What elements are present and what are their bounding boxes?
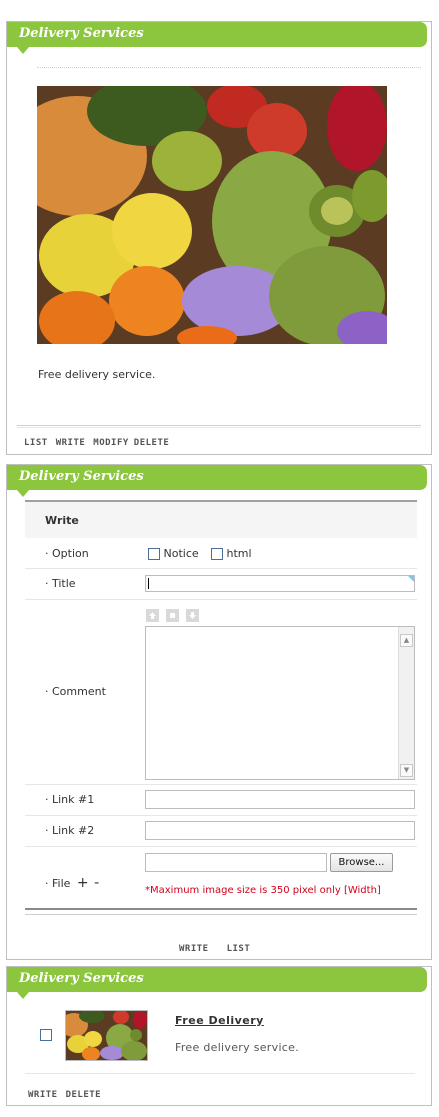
size-note: *Maximum image size is 350 pixel only [W… — [145, 885, 381, 896]
write-link[interactable]: WRITE — [28, 1090, 58, 1100]
form-heading: Write — [25, 500, 417, 538]
html-checkbox[interactable] — [211, 548, 223, 560]
title-input[interactable] — [145, 575, 415, 592]
list-link[interactable]: LIST — [24, 438, 48, 448]
editor-toolbar — [146, 607, 206, 626]
notice-checkbox[interactable] — [148, 548, 160, 560]
comment-row: · Comment ▲ ▼ — [25, 600, 417, 785]
remove-file-icon[interactable]: - — [94, 875, 99, 891]
comment-textarea[interactable]: ▲ ▼ — [145, 626, 415, 780]
link2-row: · Link #2 — [25, 816, 417, 847]
arrow-up-icon[interactable] — [146, 609, 159, 622]
board-title: Delivery Services — [19, 971, 144, 986]
post-thumbnail[interactable] — [65, 1010, 148, 1061]
write-button[interactable]: WRITE — [179, 944, 209, 954]
board-header: Delivery Services — [7, 465, 427, 497]
post-content: Free delivery service. — [38, 368, 156, 381]
title-label: · Title — [45, 577, 76, 590]
header-pointer — [17, 992, 29, 999]
delete-link[interactable]: DELETE — [134, 438, 170, 448]
add-file-icon[interactable]: + — [77, 875, 89, 891]
form-footer-rule — [25, 908, 417, 915]
view-actions: LIST WRITE MODIFY DELETE — [24, 438, 177, 448]
divider — [17, 425, 421, 428]
divider — [37, 67, 421, 68]
view-panel: Delivery Services Free delivery service.… — [6, 21, 432, 455]
scrollbar[interactable]: ▲ ▼ — [398, 627, 414, 779]
file-path-input[interactable] — [145, 853, 327, 872]
write-actions: WRITE LIST — [179, 944, 258, 954]
modify-link[interactable]: MODIFY — [93, 438, 129, 448]
file-label-text: · File — [45, 877, 71, 890]
file-row: · File + - Browse... *Maximum image size… — [25, 847, 417, 905]
write-form: Write · Option Notice html · Title · Com… — [25, 500, 417, 915]
board-header: Delivery Services — [7, 22, 427, 54]
link2-input[interactable] — [145, 821, 415, 840]
header-pointer — [17, 47, 29, 54]
file-label: · File + - — [45, 875, 99, 891]
comment-label: · Comment — [45, 685, 106, 698]
delete-link[interactable]: DELETE — [66, 1090, 102, 1100]
html-label: html — [226, 547, 252, 560]
option-row: · Option Notice html — [25, 538, 417, 569]
arrow-down-icon[interactable] — [186, 609, 199, 622]
link1-label: · Link #1 — [45, 793, 95, 806]
notice-label: Notice — [163, 547, 199, 560]
title-row: · Title — [25, 569, 417, 600]
board-header: Delivery Services — [7, 967, 427, 999]
scroll-down-icon[interactable]: ▼ — [400, 764, 413, 777]
stop-icon[interactable] — [166, 609, 179, 622]
option-html: html — [211, 547, 252, 560]
list-actions: WRITE DELETE — [28, 1090, 109, 1100]
option-notice: Notice — [148, 547, 199, 560]
write-link[interactable]: WRITE — [56, 438, 86, 448]
link1-row: · Link #1 — [25, 785, 417, 816]
fruit-photo — [37, 86, 387, 344]
browse-button[interactable]: Browse... — [330, 853, 393, 872]
header-pointer — [17, 490, 29, 497]
text-cursor — [148, 578, 149, 589]
link1-input[interactable] — [145, 790, 415, 809]
board-title: Delivery Services — [19, 26, 144, 41]
divider — [25, 1073, 415, 1074]
corner-marker — [408, 576, 414, 582]
list-panel: Delivery Services Free Delivery Free del… — [6, 966, 432, 1106]
post-summary: Free delivery service. — [175, 1041, 300, 1054]
board-title: Delivery Services — [19, 469, 144, 484]
list-button[interactable]: LIST — [227, 944, 251, 954]
select-checkbox[interactable] — [40, 1029, 52, 1041]
link2-label: · Link #2 — [45, 824, 95, 837]
option-label: · Option — [45, 547, 89, 560]
write-panel: Delivery Services Write · Option Notice … — [6, 464, 432, 960]
scroll-up-icon[interactable]: ▲ — [400, 634, 413, 647]
post-title-link[interactable]: Free Delivery — [175, 1014, 264, 1027]
